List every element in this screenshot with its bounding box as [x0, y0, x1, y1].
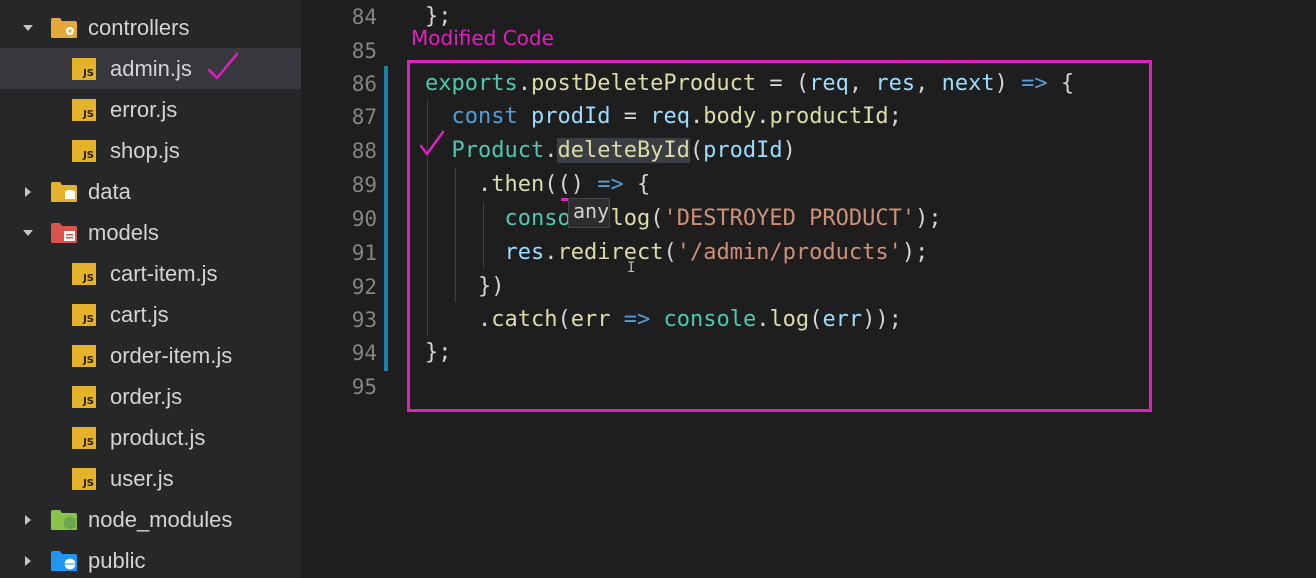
line-number: 94 [351, 341, 377, 365]
code-line[interactable]: }; [425, 336, 452, 370]
line-number: 84 [351, 5, 377, 29]
line-number: 90 [351, 207, 377, 231]
file-label: cart-item.js [110, 260, 218, 286]
line-number: 92 [351, 275, 377, 299]
folder-label: models [88, 219, 159, 245]
code-line[interactable]: exports.postDeleteProduct = (req, res, n… [425, 67, 1074, 101]
code-line[interactable]: .then(() => { [425, 168, 650, 202]
file-item[interactable]: JS order.js [0, 376, 301, 417]
file-label: product.js [110, 424, 206, 450]
chevron-right-icon[interactable] [22, 514, 34, 526]
folder-item[interactable]: public [0, 540, 301, 578]
file-label: admin.js [110, 55, 192, 81]
text-cursor-icon: I [627, 260, 636, 276]
js-file-icon: JS [72, 263, 96, 285]
code-line[interactable]: }) [425, 270, 505, 304]
folder-item[interactable]: models [0, 212, 301, 253]
modified-gutter-bar [384, 66, 388, 371]
js-file-icon: JS [72, 140, 96, 162]
code-line[interactable]: const prodId = req.body.productId; [425, 100, 902, 134]
line-number: 87 [351, 105, 377, 129]
js-file-icon: JS [72, 468, 96, 490]
folder-public-icon [50, 550, 78, 572]
folder-label: controllers [88, 14, 190, 40]
folder-item[interactable]: data [0, 171, 301, 212]
folder-item[interactable]: node_modules [0, 499, 301, 540]
file-item[interactable]: JS cart.js [0, 294, 301, 335]
line-number: 85 [351, 39, 377, 63]
code-line[interactable]: }; [425, 0, 452, 34]
file-item[interactable]: JS shop.js [0, 130, 301, 171]
chevron-right-icon[interactable] [22, 555, 34, 567]
folder-models-icon [50, 222, 78, 244]
file-label: cart.js [110, 301, 169, 327]
js-file-icon: JS [72, 427, 96, 449]
file-item[interactable]: JS cart-item.js [0, 253, 301, 294]
js-file-icon: JS [72, 386, 96, 408]
file-label: order.js [110, 383, 183, 409]
line-number: 89 [351, 173, 377, 197]
file-label: user.js [110, 465, 174, 491]
file-label: error.js [110, 96, 178, 122]
js-file-icon: JS [72, 58, 96, 80]
js-file-icon: JS [72, 99, 96, 121]
file-item[interactable]: JS error.js [0, 89, 301, 130]
js-file-icon: JS [72, 345, 96, 367]
code-line[interactable]: res.redirect('/admin/products'); [425, 236, 928, 270]
folder-item[interactable]: controllers [0, 7, 301, 48]
line-number: 93 [351, 308, 377, 332]
file-label: shop.js [110, 137, 180, 163]
chevron-down-icon[interactable] [22, 22, 34, 34]
code-line[interactable]: Product.deleteById(prodId) [425, 134, 796, 168]
chevron-down-icon[interactable] [22, 227, 34, 239]
folder-label: public [88, 547, 146, 573]
file-item[interactable]: JS product.js [0, 417, 301, 458]
line-number: 95 [351, 375, 377, 399]
file-explorer: controllers JS admin.js JS error.js JS shop.js… [0, 0, 301, 578]
folder-label: data [88, 178, 131, 204]
file-item[interactable]: JS admin.js [0, 48, 301, 89]
file-item[interactable]: JS order-item.js [0, 335, 301, 376]
folder-database-icon [50, 181, 78, 203]
js-file-icon: JS [72, 304, 96, 326]
folder-gear-icon [50, 17, 78, 39]
line-number: 88 [351, 139, 377, 163]
code-editor[interactable]: Modified Code 84}; 85 86 exports.postDelete… [301, 0, 1316, 578]
line-number: 91 [351, 241, 377, 265]
code-line[interactable]: .catch(err => console.log(err)); [425, 303, 902, 337]
folder-node-icon [50, 509, 78, 531]
code-line[interactable]: console.log('DESTROYED PRODUCT'); [425, 202, 941, 236]
file-label: order-item.js [110, 342, 233, 368]
file-item[interactable]: JS user.js [0, 458, 301, 499]
line-number: 86 [351, 72, 377, 96]
type-hint-tooltip: any [568, 198, 610, 228]
chevron-right-icon[interactable] [22, 186, 34, 198]
folder-label: node_modules [88, 506, 233, 532]
checkmark-annotation-icon [419, 130, 445, 156]
checkmark-annotation-icon [207, 52, 239, 80]
